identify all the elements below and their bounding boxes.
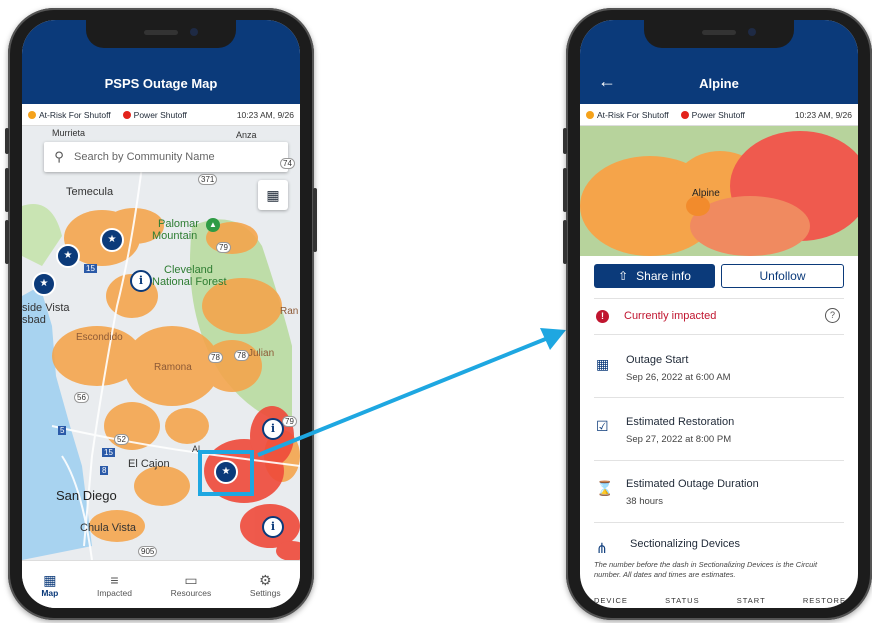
notch (86, 20, 236, 48)
devices-title: Sectionalizing Devices (630, 538, 741, 550)
outage-start-value: Sep 26, 2022 at 6:00 AM (626, 372, 731, 383)
hourglass-icon: ⌛ (596, 480, 614, 496)
outage-start-label: Outage Start (626, 354, 689, 366)
status-text: Currently impacted (624, 310, 717, 322)
restoration-value: Sep 27, 2022 at 8:00 PM (626, 434, 732, 445)
alert-icon: ! (596, 310, 609, 323)
network-icon: ⋔ (596, 540, 608, 556)
restoration-label: Estimated Restoration (626, 416, 735, 428)
duration-row: ⌛ Estimated Outage Duration 38 hours (594, 478, 844, 518)
at-risk-dot-icon (586, 111, 594, 120)
legend-shutoff: Power Shutoff (680, 110, 745, 120)
divider (594, 334, 844, 335)
calendar-x-icon: ▦ (596, 356, 610, 372)
devices-note: The number before the dash in Sectionali… (594, 560, 818, 579)
share-info-button[interactable]: ⇧ Share info (594, 264, 715, 288)
restoration-row: ☑ Estimated Restoration Sep 27, 2022 at … (594, 416, 844, 456)
status-row: ! Currently impacted ? (594, 308, 844, 332)
shutoff-dot-icon (680, 111, 689, 120)
col-start: START (736, 596, 766, 605)
unfollow-button[interactable]: Unfollow (721, 264, 844, 288)
thumbnail-label: Alpine (692, 188, 720, 199)
devices-header: ⋔ Sectionalizing Devices (594, 538, 844, 558)
volume-up-button (563, 168, 567, 212)
volume-down-button (563, 220, 567, 264)
divider (594, 298, 844, 299)
mute-switch (563, 128, 567, 154)
calendar-check-icon: ☑ (596, 418, 609, 434)
devices-table-header: DEVICE STATUS START RESTORE (594, 596, 846, 605)
col-device: DEVICE (594, 596, 628, 605)
divider (594, 460, 844, 461)
detail-screen: ← Alpine At-Risk For Shutoff Power Shuto… (580, 20, 858, 608)
phone-detail: ← Alpine At-Risk For Shutoff Power Shuto… (563, 8, 872, 620)
col-status: STATUS (665, 596, 700, 605)
divider (594, 397, 844, 398)
notch (644, 20, 794, 48)
legend-at-risk: At-Risk For Shutoff (586, 110, 669, 120)
col-restore: RESTORE (802, 596, 846, 605)
help-icon[interactable]: ? (825, 308, 840, 323)
duration-value: 38 hours (626, 496, 663, 507)
community-map-thumbnail[interactable]: Alpine (580, 126, 858, 256)
share-icon: ⇧ (618, 269, 629, 283)
map-legend: At-Risk For Shutoff Power Shutoff 10:23 … (580, 104, 858, 126)
outage-start-row: ▦ Outage Start Sep 26, 2022 at 6:00 AM (594, 354, 844, 394)
action-buttons: ⇧ Share info Unfollow (594, 264, 844, 288)
duration-label: Estimated Outage Duration (626, 478, 759, 490)
legend-timestamp: 10:23 AM, 9/26 (794, 109, 852, 120)
page-title: Alpine (699, 76, 739, 91)
divider (594, 522, 844, 523)
